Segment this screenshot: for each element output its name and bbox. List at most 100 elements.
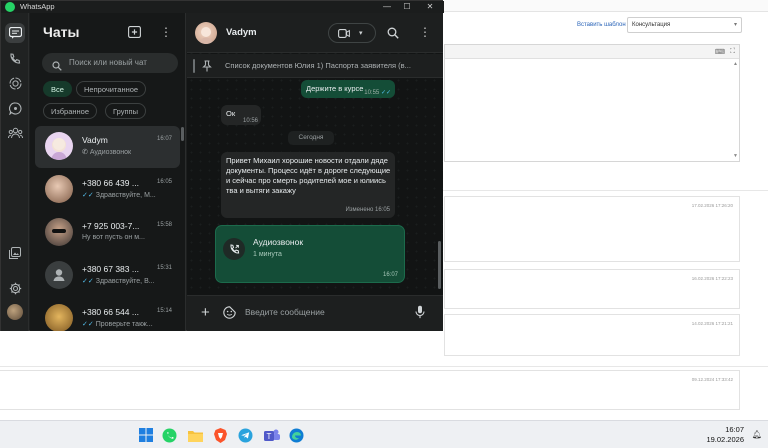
channels-nav-button[interactable] xyxy=(5,98,25,118)
chats-icon xyxy=(8,27,22,39)
chat-preview-text: Аудиозвонок xyxy=(89,149,132,156)
conversation-scrollbar[interactable] xyxy=(438,241,441,289)
phone-icon xyxy=(10,53,21,64)
message-text: Привет Михаил хорошие новости отдали дяд… xyxy=(226,156,391,195)
maximize-button[interactable]: ☐ xyxy=(397,1,417,13)
chat-name: +380 66 544 ... xyxy=(82,307,139,317)
notification-bell-icon[interactable]: 🔔︎ xyxy=(752,430,762,439)
taskbar-clock[interactable]: 16:07 19.02.2026 xyxy=(706,425,744,445)
menu-icon[interactable]: ⋮ xyxy=(419,25,431,39)
audio-call-message[interactable]: Аудиозвонок 1 минута 16:07 xyxy=(215,225,405,283)
settings-nav-button[interactable] xyxy=(5,278,25,298)
pinned-message-bar[interactable]: Список документов Юлия 1) Паспорта заяви… xyxy=(187,54,443,78)
chat-preview: ✓✓ Здравствуйте, В... xyxy=(82,277,174,285)
chat-preview: Ну вот пусть он м... xyxy=(82,234,145,241)
conversation-panel: Vadym ▾ ⋮ Список документов Юлия 1) Пасп… xyxy=(187,13,443,331)
whatsapp-window: WhatsApp — ☐ ✕ Чаты ⋮ Поиск или новый ча… xyxy=(0,0,444,331)
new-chat-icon[interactable] xyxy=(128,25,141,43)
status-icon xyxy=(8,76,22,90)
conversation-header[interactable]: Vadym ▾ ⋮ xyxy=(187,13,443,53)
call-icon xyxy=(223,238,245,260)
template-select[interactable]: Консультация ▾ xyxy=(627,17,742,33)
call-duration: 1 минута xyxy=(253,251,282,258)
message-meta: 10:55 ✓✓ xyxy=(364,88,391,98)
taskbar-brave-icon[interactable] xyxy=(211,426,229,444)
chat-preview-text: Здравствуйте, М... xyxy=(95,192,156,199)
read-ticks-icon: ✓✓ xyxy=(82,278,94,285)
avatar xyxy=(45,304,73,331)
outgoing-message[interactable]: Держите в курсе 10:55 ✓✓ xyxy=(301,80,395,98)
read-ticks-icon: ✓✓ xyxy=(82,321,94,328)
chat-time: 15:58 xyxy=(156,222,172,228)
pin-icon xyxy=(202,59,212,77)
profile-avatar[interactable] xyxy=(7,304,23,320)
microphone-icon[interactable] xyxy=(415,305,425,324)
incoming-message[interactable]: Привет Михаил хорошие новости отдали дяд… xyxy=(221,152,395,218)
minimize-button[interactable]: — xyxy=(377,1,397,13)
default-user-icon xyxy=(53,269,65,281)
scroll-down-icon[interactable]: ▼ xyxy=(733,153,738,159)
chat-list-item[interactable]: Vadym 16:07 ✆ Аудиозвонок xyxy=(35,126,180,168)
chat-preview-text: Проверьте такж... xyxy=(95,321,153,328)
background-text-editor[interactable]: ⌨ ⛶ ▲ ▼ xyxy=(444,44,740,162)
message-time: Изменено 16:05 xyxy=(345,207,390,213)
start-button[interactable] xyxy=(137,426,155,444)
chats-heading: Чаты xyxy=(43,24,80,40)
taskbar-teams-icon[interactable]: T xyxy=(263,426,281,444)
close-button[interactable]: ✕ xyxy=(420,1,440,13)
chat-list-item[interactable]: +380 67 383 ... 15:31 ✓✓ Здравствуйте, В.… xyxy=(35,255,180,297)
call-icon: ✆ xyxy=(82,149,90,156)
keyboard-icon[interactable]: ⌨ xyxy=(715,48,725,56)
taskbar-file-explorer-icon[interactable] xyxy=(186,426,204,444)
chat-time: 16:05 xyxy=(156,179,172,185)
chat-list-item[interactable]: +7 925 003-7... 15:58 Ну вот пусть он м.… xyxy=(35,212,180,254)
chat-list-item[interactable]: +380 66 439 ... 16:05 ✓✓ Здравствуйте, М.… xyxy=(35,169,180,211)
menu-icon[interactable]: ⋮ xyxy=(160,25,172,39)
search-input[interactable]: Поиск или новый чат xyxy=(42,53,178,73)
contact-avatar[interactable] xyxy=(195,22,217,44)
pinned-message-text: Список документов Юлия 1) Паспорта заяви… xyxy=(225,61,411,70)
filter-chip-all[interactable]: Все xyxy=(43,81,72,97)
filter-chip-favorites[interactable]: Избранное xyxy=(43,103,98,119)
message-input[interactable]: Введите сообщение xyxy=(245,307,325,317)
window-titlebar: WhatsApp — ☐ ✕ xyxy=(1,1,444,13)
chats-nav-button[interactable] xyxy=(5,23,25,43)
calls-nav-button[interactable] xyxy=(5,49,25,69)
chat-list-item[interactable]: +380 66 544 ... 15:14 ✓✓ Проверьте такж..… xyxy=(35,298,180,331)
scroll-up-icon[interactable]: ▲ xyxy=(733,61,738,67)
filter-chip-groups[interactable]: Группы xyxy=(105,103,146,119)
status-nav-button[interactable] xyxy=(5,73,25,93)
video-call-button[interactable]: ▾ xyxy=(328,23,376,43)
taskbar-whatsapp-icon[interactable] xyxy=(160,426,178,444)
fullscreen-icon[interactable]: ⛶ xyxy=(730,48,735,56)
chat-name: Vadym xyxy=(82,135,108,145)
contact-name: Vadym xyxy=(226,27,257,38)
message-text: Ок xyxy=(226,109,236,118)
read-ticks-icon: ✓✓ xyxy=(82,192,94,199)
avatar xyxy=(45,132,73,160)
editor-scrollbar[interactable]: ▲ ▼ xyxy=(733,61,738,159)
chat-preview-text: Здравствуйте, В... xyxy=(95,278,155,285)
avatar xyxy=(45,175,73,203)
filter-chip-unread[interactable]: Непрочитанное xyxy=(76,81,147,97)
attach-plus-icon[interactable]: + xyxy=(201,304,210,322)
taskbar-edge-icon[interactable] xyxy=(287,426,305,444)
svg-text:T: T xyxy=(267,432,272,441)
media-nav-button[interactable] xyxy=(5,243,25,263)
communities-nav-button[interactable] xyxy=(5,123,25,143)
message-time: 10:56 xyxy=(242,118,258,124)
search-placeholder: Поиск или новый чат xyxy=(69,58,147,67)
chat-preview: ✓✓ Проверьте такж... xyxy=(82,320,174,328)
taskbar-telegram-icon[interactable] xyxy=(236,426,254,444)
incoming-message[interactable]: Ок 10:56 xyxy=(221,105,261,125)
sticker-icon[interactable] xyxy=(223,306,236,324)
history-card: 16.02.2026 17:22:23 xyxy=(444,269,740,309)
chevron-down-icon: ▾ xyxy=(733,22,737,28)
taskbar-time: 16:07 xyxy=(725,425,744,434)
insert-template-link[interactable]: Вставить шаблон xyxy=(577,22,626,28)
chat-list-scrollbar[interactable] xyxy=(181,127,184,141)
history-timestamp: 14.02.2026 17:21:21 xyxy=(691,321,733,326)
taskbar-date: 19.02.2026 xyxy=(706,435,744,444)
background-toolbar: Вставить шаблон Консультация ▾ xyxy=(444,14,756,40)
search-icon[interactable] xyxy=(387,26,399,44)
